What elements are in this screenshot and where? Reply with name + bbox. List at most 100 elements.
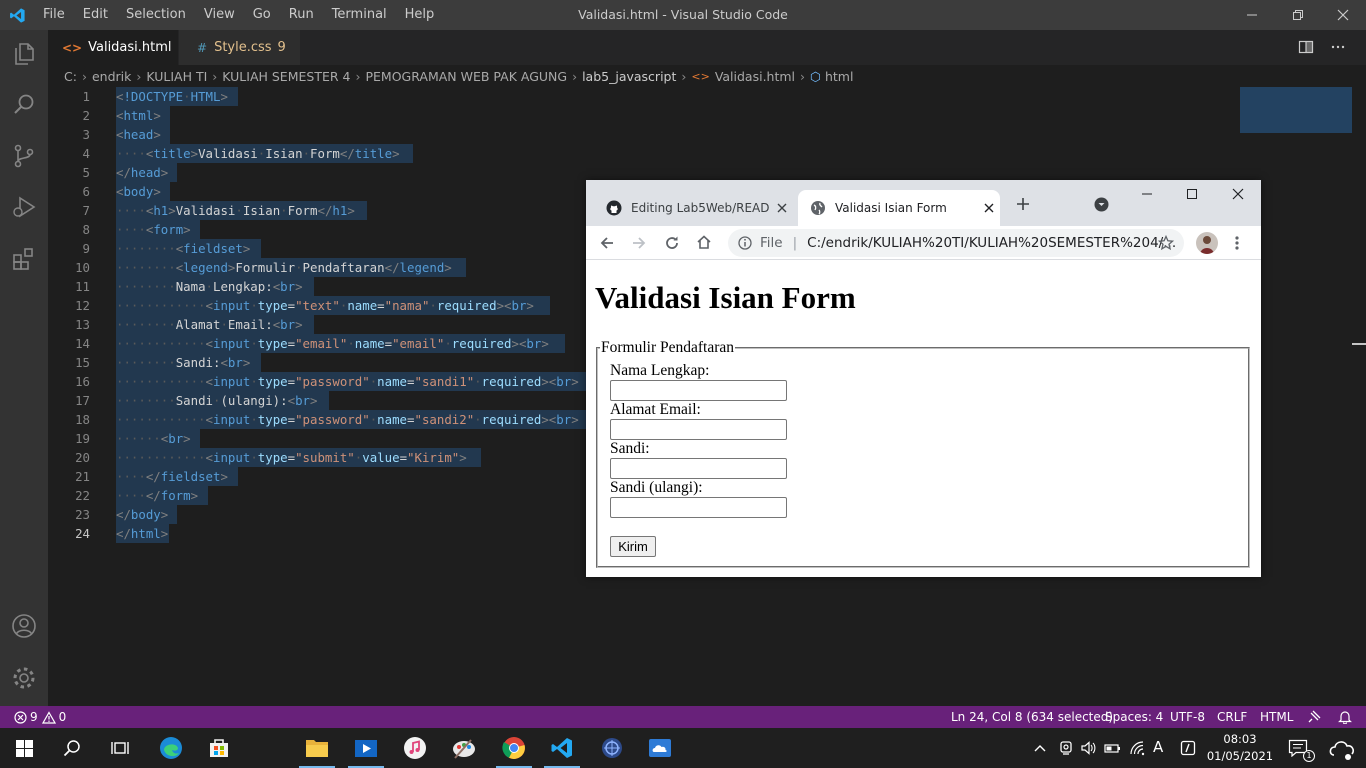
tab-search-button[interactable] (1094, 197, 1109, 212)
taskbar-media-app[interactable] (342, 728, 390, 768)
taskbar-store[interactable] (195, 728, 243, 768)
breadcrumb-item[interactable]: KULIAH SEMESTER 4 (222, 69, 350, 84)
cursor-position[interactable]: Ln 24, Col 8 (634 selected) (951, 706, 1113, 728)
minimap[interactable] (1240, 87, 1352, 133)
video-player-icon (355, 740, 377, 757)
kirim-button[interactable]: Kirim (610, 536, 656, 557)
taskbar-paint-app[interactable] (440, 728, 488, 768)
menu-go[interactable]: Go (244, 0, 280, 30)
profile-avatar[interactable] (1196, 232, 1218, 254)
tray-app-icon[interactable] (1180, 740, 1196, 756)
restore-button[interactable] (1275, 0, 1321, 30)
feedback-button[interactable] (1307, 710, 1321, 724)
tab-style-css[interactable]: # Style.css 9 (179, 30, 300, 65)
menu-view[interactable]: View (195, 0, 244, 30)
tray-cloud-button[interactable] (1326, 733, 1358, 763)
language-mode[interactable]: HTML (1260, 706, 1293, 728)
tray-battery[interactable] (1104, 740, 1122, 756)
taskbar-app-globe[interactable] (588, 728, 636, 768)
problem-count-badge: 9 (277, 40, 286, 55)
manage-button[interactable] (0, 654, 48, 702)
taskbar-clock[interactable]: 08:03 01/05/2021 (1204, 731, 1276, 765)
menu-selection[interactable]: Selection (117, 0, 195, 30)
browser-maximize-button[interactable] (1186, 188, 1198, 200)
menu-file[interactable]: File (34, 0, 74, 30)
chevron-up-icon (1034, 745, 1046, 752)
line-number: 15 (75, 355, 90, 370)
notifications-button[interactable] (1338, 710, 1352, 724)
tray-meet-now[interactable] (1058, 740, 1074, 756)
back-button[interactable] (599, 235, 615, 251)
split-editor-button[interactable] (1298, 39, 1314, 55)
vscode-logo-icon (10, 8, 25, 23)
home-button[interactable] (696, 234, 712, 250)
end-of-line[interactable]: CRLF (1217, 706, 1247, 728)
browser-close-button[interactable] (1232, 188, 1244, 200)
warning-icon (41, 710, 56, 724)
breadcrumb-item[interactable]: lab5_javascript (582, 69, 676, 84)
line-number: 9 (82, 241, 90, 256)
browser-tab-github[interactable]: Editing Lab5Web/README.md (594, 190, 794, 226)
forward-button[interactable] (631, 235, 647, 251)
menu-run[interactable]: Run (280, 0, 323, 30)
taskbar-file-explorer[interactable] (293, 728, 341, 768)
new-tab-button[interactable] (1016, 197, 1030, 211)
nama-input[interactable] (610, 380, 787, 401)
tray-expand-button[interactable] (1033, 741, 1047, 755)
star-icon[interactable] (1158, 235, 1174, 251)
breadcrumb-item[interactable]: KULIAH TI (146, 69, 207, 84)
sandi-input[interactable] (610, 458, 787, 479)
menu-terminal[interactable]: Terminal (323, 0, 396, 30)
minimize-button[interactable] (1229, 0, 1275, 30)
tray-network[interactable] (1129, 740, 1147, 756)
run-debug-button[interactable] (0, 183, 48, 231)
browser-tab-validasi[interactable]: Validasi Isian Form (798, 190, 1000, 226)
scrollbar-marker[interactable] (1352, 343, 1366, 345)
close-window-button[interactable] (1320, 0, 1366, 30)
address-bar[interactable]: File | C:/endrik/KULIAH%20TI/KULIAH%20SE… (728, 229, 1184, 257)
accounts-button[interactable] (0, 602, 48, 650)
taskbar-onedrive[interactable] (636, 728, 684, 768)
encoding[interactable]: UTF-8 (1170, 706, 1205, 728)
email-input[interactable] (610, 419, 787, 440)
breadcrumb-item[interactable]: html (825, 69, 853, 84)
line-number: 1 (82, 89, 90, 104)
taskbar-edge[interactable] (147, 728, 195, 768)
extensions-button[interactable] (0, 235, 48, 283)
browser-minimize-button[interactable] (1141, 188, 1153, 200)
start-button[interactable] (0, 728, 48, 768)
breadcrumb-item[interactable]: C: (64, 69, 77, 84)
taskbar-search-button[interactable] (48, 728, 96, 768)
task-view-button[interactable] (96, 728, 144, 768)
browser-menu-button[interactable] (1234, 235, 1240, 251)
breadcrumb-item[interactable]: PEMOGRAMAN WEB PAK AGUNG (365, 69, 567, 84)
reload-button[interactable] (664, 235, 680, 251)
sandi-ulangi-input[interactable] (610, 497, 787, 518)
code-line: ····<h1>Validasi·Isian·Form</h1> (116, 203, 355, 218)
line-number: 24 (75, 526, 90, 541)
battery-icon (1104, 744, 1120, 753)
indentation[interactable]: Spaces: 4 (1105, 706, 1163, 728)
breadcrumb-item[interactable]: Validasi.html (715, 69, 795, 84)
problems-indicator[interactable]: 9 0 (14, 706, 66, 728)
menu-edit[interactable]: Edit (74, 0, 117, 30)
taskbar-chrome[interactable] (490, 728, 538, 768)
search-button[interactable] (0, 81, 48, 129)
tab-validasi-html[interactable]: <> Validasi.html (48, 30, 178, 65)
more-actions-button[interactable] (1330, 39, 1346, 55)
code-line: ············<input·type="password"·name=… (116, 412, 579, 427)
minimize-icon (1142, 193, 1152, 195)
explorer-button[interactable] (0, 30, 48, 78)
tab-label: Validasi.html (88, 40, 172, 55)
breadcrumb-item[interactable]: endrik (92, 69, 131, 84)
chevron-right-icon: › (212, 68, 218, 84)
tray-volume[interactable] (1080, 740, 1096, 756)
tray-input-indicator[interactable]: A (1153, 738, 1163, 756)
chevron-right-icon: › (800, 68, 806, 84)
taskbar-vscode[interactable] (538, 728, 586, 768)
close-tab-icon[interactable] (984, 203, 994, 213)
taskbar-music-app[interactable] (391, 728, 439, 768)
close-tab-icon[interactable] (777, 203, 787, 213)
menu-help[interactable]: Help (396, 0, 444, 30)
source-control-button[interactable] (0, 132, 48, 180)
